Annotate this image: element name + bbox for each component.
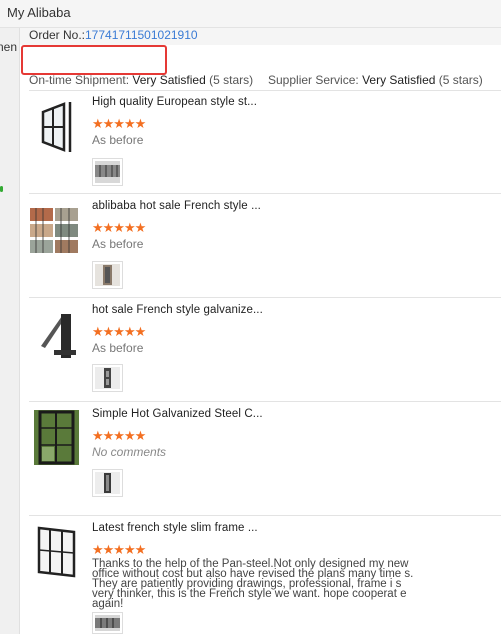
sidebar-indicator xyxy=(0,186,3,192)
review-photo[interactable] xyxy=(92,158,123,186)
rating-summary: On-time Shipment: Very Satisfied (5 star… xyxy=(29,72,501,90)
shipment-rating: On-time Shipment: Very Satisfied (5 star… xyxy=(29,73,253,87)
star-rating: ★★★★★ xyxy=(92,542,146,557)
product-thumbnail[interactable] xyxy=(34,98,79,153)
service-rating-label: Supplier Service: xyxy=(268,73,359,87)
review-comment: As before xyxy=(92,341,144,355)
review-row: hot sale French style galvanize... ★★★★★… xyxy=(29,298,501,402)
order-number-label: Order No.: xyxy=(29,28,86,42)
star-rating: ★★★★★ xyxy=(92,428,146,443)
product-title[interactable]: High quality European style st... xyxy=(92,96,257,108)
order-bar: Order No.: 17741711501021910 xyxy=(20,28,501,45)
product-thumbnail[interactable] xyxy=(34,524,79,579)
product-title[interactable]: ablibaba hot sale French style ... xyxy=(92,200,261,212)
review-photo[interactable] xyxy=(92,469,123,497)
sidebar-label-fragment[interactable]: nen xyxy=(0,40,17,54)
shipment-rating-value: Very Satisfied xyxy=(132,73,206,87)
order-number-link[interactable]: 17741711501021910 xyxy=(85,28,198,42)
highlight-box xyxy=(21,45,167,75)
review-row: Latest french style slim frame ... ★★★★★… xyxy=(29,516,501,634)
service-rating-value: Very Satisfied xyxy=(362,73,436,87)
app-title[interactable]: My Alibaba xyxy=(7,5,71,20)
product-title[interactable]: hot sale French style galvanize... xyxy=(92,304,263,316)
review-row: Simple Hot Galvanized Steel C... ★★★★★ N… xyxy=(29,402,501,516)
product-thumbnail[interactable] xyxy=(34,410,79,465)
review-comment: Thanks to the help of the Pan-steel.Not … xyxy=(92,558,414,610)
service-rating: Supplier Service: Very Satisfied (5 star… xyxy=(268,73,483,87)
review-photo[interactable] xyxy=(92,612,123,634)
star-rating: ★★★★★ xyxy=(92,116,146,131)
review-row: ablibaba hot sale French style ... ★★★★★… xyxy=(29,194,501,298)
review-comment: As before xyxy=(92,133,144,147)
product-thumbnail[interactable] xyxy=(30,202,78,257)
top-bar: My Alibaba xyxy=(0,0,501,28)
left-sidebar: nen xyxy=(0,28,20,634)
review-comment: No comments xyxy=(92,445,167,459)
shipment-rating-stars: (5 stars) xyxy=(209,73,254,87)
star-rating: ★★★★★ xyxy=(92,220,146,235)
product-thumbnail[interactable] xyxy=(34,306,79,361)
review-row: High quality European style st... ★★★★★ … xyxy=(29,90,501,194)
review-photo[interactable] xyxy=(92,261,123,289)
review-photo[interactable] xyxy=(92,364,123,392)
product-title[interactable]: Simple Hot Galvanized Steel C... xyxy=(92,408,263,420)
review-comment: As before xyxy=(92,237,144,251)
service-rating-stars: (5 stars) xyxy=(438,73,483,87)
star-rating: ★★★★★ xyxy=(92,324,146,339)
product-title[interactable]: Latest french style slim frame ... xyxy=(92,522,258,534)
shipment-rating-label: On-time Shipment: xyxy=(29,73,130,87)
